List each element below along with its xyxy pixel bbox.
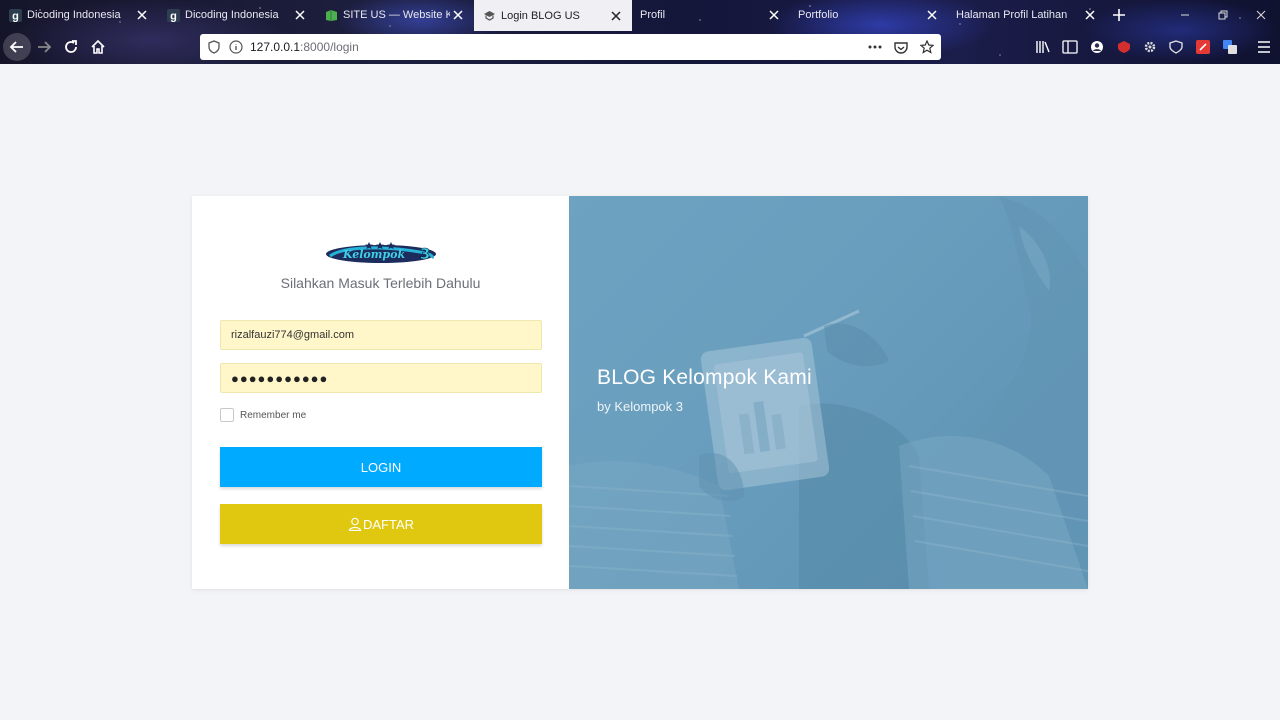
reload-icon (65, 40, 77, 53)
back-arrow-icon (9, 41, 23, 53)
password-field[interactable]: ●●●●●●●●●●● (220, 363, 542, 393)
hero-panel: BLOG Kelompok Kami by Kelompok 3 (569, 196, 1088, 589)
login-panel: Kelompok 3 Silahkan Masuk Terlebih Dahul… (192, 196, 569, 589)
login-card: Kelompok 3 Silahkan Masuk Terlebih Dahul… (192, 196, 1088, 589)
tab-label: Profil (640, 9, 666, 21)
translate-extension-icon[interactable] (1220, 37, 1240, 57)
hero-title: BLOG Kelompok Kami (597, 366, 812, 389)
blog-icon (482, 9, 496, 23)
remember-me[interactable]: Remember me (220, 408, 306, 422)
close-icon[interactable] (766, 7, 782, 23)
red-extension-icon[interactable] (1193, 37, 1213, 57)
new-tab-button[interactable] (1110, 6, 1128, 24)
ublock-extension-icon[interactable] (1114, 37, 1134, 57)
svg-text:g: g (170, 10, 177, 22)
tab-label: Login BLOG US (501, 9, 580, 22)
browser-chrome: g Dicoding Indonesia g Dicoding Indonesi… (0, 0, 1280, 64)
more-actions-icon[interactable] (865, 37, 885, 57)
login-button-label: LOGIN (360, 459, 402, 475)
forward-button[interactable] (30, 33, 58, 61)
reload-button[interactable] (57, 33, 85, 61)
gear-extension-icon[interactable] (1140, 37, 1160, 57)
svg-text:Kelompok: Kelompok (342, 248, 406, 261)
login-subtitle: Silahkan Masuk Terlebih Dahulu (280, 275, 481, 291)
site-green-icon (324, 8, 338, 22)
dicoding-icon: g (8, 8, 22, 22)
kelompok-logo: Kelompok 3 (324, 240, 438, 264)
close-icon[interactable] (608, 8, 624, 24)
tab-portfolio[interactable]: Portfolio (790, 0, 948, 30)
close-icon[interactable] (450, 7, 466, 23)
navigation-bar: 127.0.0.1:8000/login (0, 30, 1280, 64)
url-host: 127.0.0.1 (250, 40, 301, 54)
tab-label: Halaman Profil Latihan (956, 9, 1068, 21)
hero-background-image (569, 196, 1088, 589)
hero-subtitle: by Kelompok 3 (597, 399, 683, 414)
tab-bar: g Dicoding Indonesia g Dicoding Indonesi… (0, 0, 1280, 31)
url-path: :8000/login (300, 40, 359, 54)
info-icon[interactable] (228, 39, 244, 55)
tab-label: SITE US — Website KEL (343, 9, 450, 21)
tab-dicoding-2[interactable]: g Dicoding Indonesia (158, 0, 316, 30)
sidebar-icon[interactable] (1060, 37, 1080, 57)
tab-site-us[interactable]: SITE US — Website KEL (316, 0, 474, 30)
tab-login-blog-us[interactable]: Login BLOG US (474, 0, 632, 31)
tab-halaman-profil[interactable]: Halaman Profil Latihan (948, 0, 1106, 30)
restore-icon[interactable] (1214, 6, 1232, 24)
account-icon[interactable] (1087, 37, 1107, 57)
svg-text:g: g (12, 10, 19, 22)
minimize-icon[interactable] (1176, 6, 1194, 24)
shield-icon[interactable] (206, 39, 222, 55)
tab-dicoding-1[interactable]: g Dicoding Indonesia (0, 0, 158, 30)
tab-label: Portfolio (798, 9, 839, 21)
window-close-icon[interactable] (1252, 6, 1270, 24)
close-icon[interactable] (924, 7, 940, 23)
menu-icon[interactable] (1254, 37, 1274, 57)
user-icon (348, 517, 362, 531)
bookmark-star-icon[interactable] (917, 37, 937, 57)
library-icon[interactable] (1033, 37, 1053, 57)
url-bar[interactable]: 127.0.0.1:8000/login (200, 34, 941, 60)
daftar-button-label: DAFTAR (362, 516, 415, 532)
forward-arrow-icon (38, 41, 52, 53)
remember-label: Remember me (240, 409, 307, 421)
close-icon[interactable] (134, 7, 150, 23)
tab-label: Dicoding Indonesia (27, 9, 121, 21)
close-icon[interactable] (292, 7, 308, 23)
tab-profil[interactable]: Profil (632, 0, 790, 30)
svg-text:3: 3 (420, 245, 430, 263)
login-button[interactable]: LOGIN (220, 447, 542, 487)
back-button[interactable] (3, 33, 31, 61)
daftar-button[interactable]: DAFTAR (220, 504, 542, 544)
remember-checkbox[interactable] (220, 408, 234, 422)
home-button[interactable] (84, 33, 112, 61)
home-icon (91, 39, 105, 54)
close-icon[interactable] (1082, 7, 1098, 23)
dicoding-icon: g (166, 8, 180, 22)
tab-label: Dicoding Indonesia (185, 9, 279, 21)
email-field[interactable]: rizalfauzi774@gmail.com (220, 320, 542, 350)
shield-extension-icon[interactable] (1166, 37, 1186, 57)
pocket-icon[interactable] (891, 37, 911, 57)
